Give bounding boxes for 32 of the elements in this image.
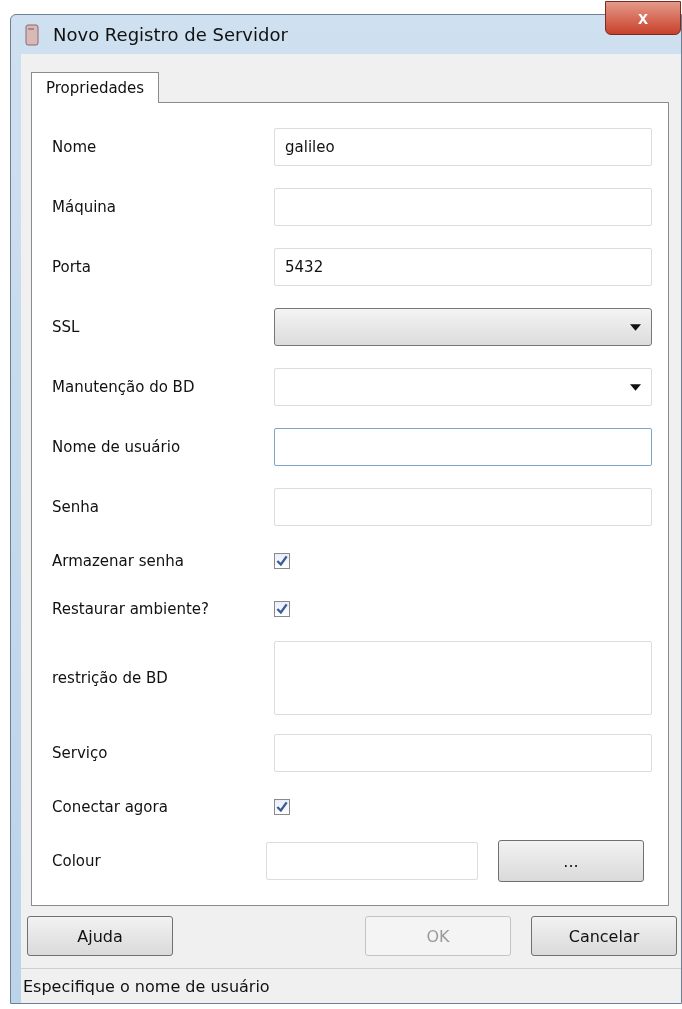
field-label: Serviço [52, 744, 109, 763]
field-label: Porta [52, 258, 92, 277]
checkbox[interactable] [274, 553, 290, 570]
window-title: Novo Registro de Servidor [53, 24, 288, 46]
field-label: Colour [52, 852, 102, 871]
field-label: SSL [52, 318, 81, 337]
field-label: Armazenar senha [52, 552, 185, 571]
caret-icon [630, 323, 641, 331]
checkbox[interactable] [274, 601, 290, 618]
input-field[interactable]: galileo [274, 128, 652, 167]
input-field[interactable]: 5432 [274, 248, 652, 287]
status-text: Especifique o nome de usuário [23, 976, 270, 996]
tab[interactable]: Propriedades [31, 72, 160, 104]
checkbox[interactable] [274, 799, 290, 816]
dropdown[interactable] [274, 308, 652, 347]
field-label: Nome de usuário [52, 438, 182, 457]
dialog-button[interactable]: Ajuda [27, 916, 173, 957]
dialog-button[interactable]: Cancelar [531, 916, 677, 957]
caret-icon [630, 383, 641, 391]
field-label: restrição de BD [52, 669, 169, 688]
text-area[interactable] [274, 641, 652, 716]
close-button[interactable]: x [605, 1, 681, 35]
server-icon [25, 23, 39, 46]
input-field[interactable] [274, 428, 652, 467]
field-label: Nome [52, 138, 98, 157]
field-label: Manutenção do BD [52, 378, 196, 397]
colour-field[interactable] [266, 842, 478, 881]
field-label: Senha [52, 498, 100, 517]
field-label: Restaurar ambiente? [52, 600, 210, 619]
browse-button[interactable]: ... [498, 840, 644, 883]
field-label: Conectar agora [52, 798, 169, 817]
field-label: Máquina [52, 198, 118, 217]
